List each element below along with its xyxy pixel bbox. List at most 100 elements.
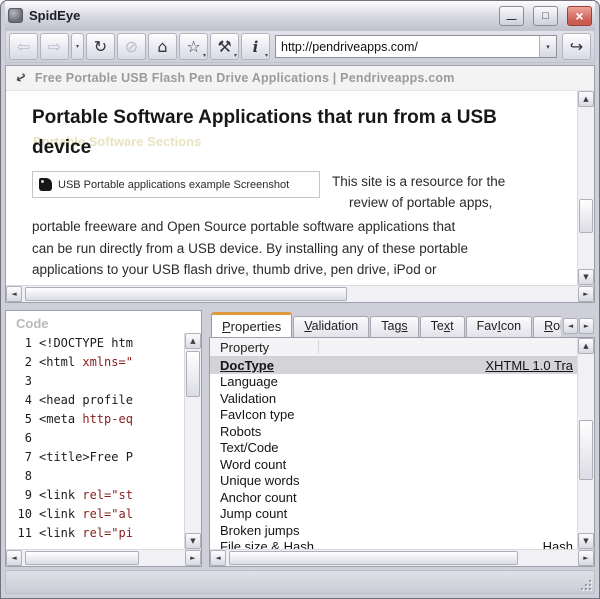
scroll-thumb[interactable] [579,199,593,233]
property-row[interactable]: FavIcon type [210,407,577,424]
tab[interactable]: Properties [211,312,293,337]
property-row[interactable]: Validation [210,390,577,407]
scroll-thumb[interactable] [186,351,200,397]
browser-horizontal-scrollbar[interactable]: ◄ ► [6,285,594,302]
scroll-up-button[interactable]: ▲ [578,91,594,107]
code-line: 3 [24,374,32,388]
scroll-left-button[interactable]: ◄ [6,286,22,302]
info-dropdown-icon: ▾ [264,52,268,59]
code-editor[interactable]: 1 <!DOCTYPE htm 2 <html xmlns=" 3 4 <head p… [6,333,184,549]
tab[interactable]: Validation [293,316,370,337]
code-line: 11 <link rel="pi [17,526,133,540]
scroll-thumb[interactable] [579,420,593,480]
back-icon: ⇦ [16,37,31,56]
maximize-button[interactable]: □ [533,5,558,26]
title-bar[interactable]: SpidEye — □ × [5,1,595,30]
refresh-button[interactable]: ↻ [86,33,115,60]
tab[interactable]: Rol [533,316,561,337]
properties-list: Property DocType XHTML 1.0 Tra Language [209,337,595,567]
code-vertical-scrollbar[interactable]: ▲ ▼ [184,333,201,549]
tab[interactable]: FavIcon [465,316,533,337]
page-heading: Portable Software Applications that run … [32,107,497,159]
property-row[interactable]: Language [210,374,577,391]
properties-vertical-scrollbar[interactable]: ▲ ▼ [577,338,594,549]
url-dropdown-button[interactable]: ▾ [539,36,556,57]
favorites-button[interactable]: ☆ ▾ [179,33,208,60]
home-button[interactable]: ⌂ [148,33,177,60]
scroll-down-button[interactable]: ▼ [578,533,594,549]
property-row[interactable]: File size & Hash Hash [210,539,577,549]
broken-image-icon [39,178,52,192]
property-row[interactable]: DocType XHTML 1.0 Tra [210,357,577,374]
refresh-icon: ↻ [93,37,108,56]
browser-vertical-scrollbar[interactable]: ▲ ▼ [577,91,594,285]
browser-pane: ↩ Free Portable USB Flash Pen Drive Appl… [5,65,595,303]
property-row[interactable]: Robots [210,423,577,440]
property-row[interactable]: Broken jumps [210,522,577,539]
bottom-split: Code 1 <!DOCTYPE htm 2 <html xmlns=" 3 4 <h… [5,310,595,567]
property-row[interactable]: Text/Code [210,440,577,457]
tab[interactable]: Text [419,316,465,337]
arrow-right-icon: ► [190,554,196,562]
arrow-left-icon: ◄ [11,290,17,298]
scroll-up-button[interactable]: ▲ [185,333,201,349]
url-input[interactable] [276,36,539,57]
property-row[interactable]: Jump count [210,506,577,523]
tab-strip: Properties Validation Tags Text FavIcon … [209,310,595,337]
tools-button[interactable]: ⚒ ▾ [210,33,239,60]
tab-scroll-left-button[interactable]: ◄ [563,318,578,334]
history-dropdown-button[interactable]: ▾ [71,33,84,60]
arrow-left-icon: ◄ [567,322,574,330]
scroll-down-button[interactable]: ▼ [578,269,594,285]
back-button[interactable]: ⇦ [9,33,38,60]
property-column-header[interactable]: Property [210,338,577,357]
scroll-down-button[interactable]: ▼ [185,533,201,549]
close-button[interactable]: × [567,5,592,26]
broken-image-placeholder[interactable]: USB Portable applications example Screen… [32,171,320,199]
scroll-thumb[interactable] [229,551,518,565]
scroll-left-button[interactable]: ◄ [210,550,226,566]
tab[interactable]: Tags [370,316,419,337]
app-icon [8,8,23,23]
arrow-down-icon: ▼ [583,537,589,545]
property-row[interactable]: Word count [210,456,577,473]
scroll-up-button[interactable]: ▲ [578,338,594,354]
code-line: 4 <head profile [24,393,133,407]
code-line: 6 [24,431,32,445]
go-icon: ↪ [569,37,584,56]
code-line: 1 <!DOCTYPE htm [24,336,133,350]
stop-button[interactable]: ⊘ [117,33,146,60]
resize-grip[interactable] [580,579,592,591]
arrow-left-icon: ◄ [11,554,17,562]
arrow-right-icon: ► [583,290,589,298]
go-button[interactable]: ↪ [562,33,591,60]
properties-horizontal-scrollbar[interactable]: ◄ ► [210,549,594,566]
chevron-down-icon: ▾ [546,43,550,51]
scroll-right-button[interactable]: ► [578,550,594,566]
status-bar [5,570,595,594]
property-row[interactable]: Unique words [210,473,577,490]
tab-scroll-right-button[interactable]: ► [579,318,594,334]
app-window: SpidEye — □ × ⇦ ⇨ ▾ ↻ ⊘ ⌂ ☆▾ ⚒▾ i▾ ▾ ↪ ↩… [0,0,600,599]
page-cursor-icon: ↩ [13,68,30,88]
scroll-right-button[interactable]: ► [185,550,201,566]
scroll-right-button[interactable]: ► [578,286,594,302]
arrow-up-icon: ▲ [583,342,589,350]
code-line: 9 <link rel="st [24,488,133,502]
code-line: 10 <link rel="al [17,507,133,521]
forward-button[interactable]: ⇨ [40,33,69,60]
stop-icon: ⊘ [124,37,139,56]
minimize-button[interactable]: — [499,5,524,26]
page-content: Portable Software Sections Portable Soft… [6,91,577,285]
arrow-down-icon: ▼ [190,537,196,545]
info-button[interactable]: i ▾ [241,33,270,60]
arrow-up-icon: ▲ [190,337,196,345]
scroll-thumb[interactable] [25,551,140,565]
property-row[interactable]: Anchor count [210,489,577,506]
arrow-left-icon: ◄ [215,554,221,562]
scroll-left-button[interactable]: ◄ [6,550,22,566]
arrow-right-icon: ► [583,322,590,330]
scroll-thumb[interactable] [25,287,348,301]
code-horizontal-scrollbar[interactable]: ◄ ► [6,549,201,566]
info-icon: i [252,37,259,56]
